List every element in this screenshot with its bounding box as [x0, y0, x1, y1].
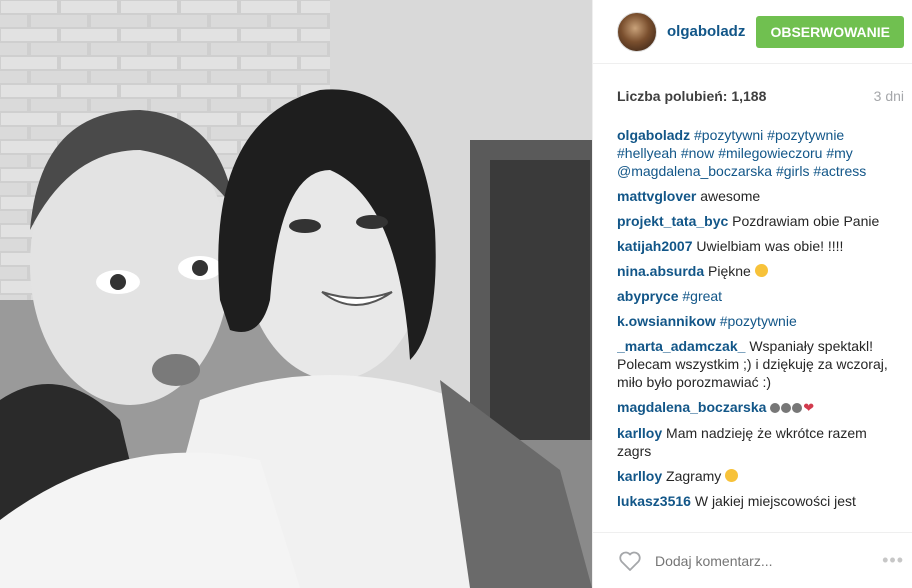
- comment-text: awesome: [700, 188, 761, 204]
- comment-item: _marta_adamczak_ Wspaniały spektakl! Pol…: [617, 337, 902, 391]
- likes-row: Liczba polubień: 1,188 3 dni: [593, 64, 912, 114]
- hashtag-link[interactable]: #pozytywnie: [767, 127, 844, 143]
- comment-text: Pozdrawiam obie Panie: [732, 213, 880, 229]
- comment-item: abypryce #great: [617, 287, 902, 305]
- following-button[interactable]: OBSERWOWANIE: [756, 15, 904, 48]
- caption: olgaboladz #pozytywni #pozytywnie #helly…: [617, 126, 902, 180]
- comment-user[interactable]: _marta_adamczak_: [617, 338, 745, 354]
- surprised-emoji-icon: [725, 469, 739, 482]
- hashtag-link[interactable]: #pozytywnie: [720, 313, 797, 329]
- username-link[interactable]: olgaboladz: [667, 23, 756, 40]
- hashtag-link[interactable]: #hellyeah: [617, 145, 677, 161]
- comment-item: karlloy Zagramy: [617, 467, 902, 485]
- people-emoji-icon: [781, 403, 792, 413]
- comment-item: k.owsiannikow #pozytywnie: [617, 312, 902, 330]
- more-options-icon[interactable]: •••: [882, 550, 904, 571]
- comment-user[interactable]: magdalena_boczarska: [617, 399, 766, 415]
- add-comment-input[interactable]: [655, 552, 883, 569]
- avatar[interactable]: [617, 11, 657, 52]
- post-header: olgaboladz OBSERWOWANIE: [593, 0, 912, 64]
- comment-item: magdalena_boczarska ❤: [617, 398, 902, 417]
- comment-user[interactable]: abypryce: [617, 288, 678, 304]
- comment-text: Piękne: [708, 263, 751, 279]
- comment-item: lukasz3516 W jakiej miejscowości jest: [617, 492, 902, 510]
- hashtag-link[interactable]: #pozytywni: [694, 127, 763, 143]
- comment-text: Zagramy: [666, 468, 722, 484]
- mention-link[interactable]: @magdalena_boczarska: [617, 163, 772, 179]
- comment-text: W jakiej miejscowości jest: [694, 493, 856, 509]
- hashtag-link[interactable]: #milegowieczoru: [718, 145, 822, 161]
- comment-item: katijah2007 Uwielbiam was obie! !!!!: [617, 237, 902, 255]
- likes-count[interactable]: Liczba polubień: 1,188: [617, 88, 766, 104]
- people-emoji-icon: [770, 403, 781, 413]
- heart-emoji-icon: ❤: [803, 400, 815, 415]
- post-sidebar: olgaboladz OBSERWOWANIE Liczba polubień:…: [592, 0, 912, 588]
- comments-list[interactable]: olgaboladz #pozytywni #pozytywnie #helly…: [617, 126, 902, 526]
- comment-item: mattvglover awesome: [617, 187, 902, 205]
- hashtag-link[interactable]: #great: [682, 288, 722, 304]
- comment-item: karlloy Mam nadzieję że wkrótce razem za…: [617, 424, 902, 460]
- post-photo[interactable]: [0, 0, 592, 588]
- comment-user[interactable]: projekt_tata_byc: [617, 213, 728, 229]
- comment-user[interactable]: olgaboladz: [617, 127, 690, 143]
- comment-user[interactable]: nina.absurda: [617, 263, 704, 279]
- like-heart-icon[interactable]: [617, 549, 643, 573]
- comment-item: projekt_tata_byc Pozdrawiam obie Panie: [617, 212, 902, 230]
- comment-user[interactable]: lukasz3516: [617, 493, 691, 509]
- comment-text: Uwielbiam was obie! !!!!: [696, 238, 844, 254]
- post-footer: •••: [593, 532, 912, 588]
- hashtag-link[interactable]: #now: [681, 145, 714, 161]
- comment-user[interactable]: mattvglover: [617, 188, 696, 204]
- hashtag-link[interactable]: #my: [826, 145, 852, 161]
- comment-user[interactable]: karlloy: [617, 425, 662, 441]
- post-photo-image: [0, 0, 592, 588]
- comment-user[interactable]: k.owsiannikow: [617, 313, 716, 329]
- flex-emoji-icon: [792, 403, 803, 413]
- comment-user[interactable]: karlloy: [617, 468, 662, 484]
- smile-emoji-icon: [754, 264, 768, 277]
- post-time[interactable]: 3 dni: [874, 88, 904, 104]
- comment-item: nina.absurda Piękne: [617, 262, 902, 280]
- hashtag-link[interactable]: #actress: [813, 163, 866, 179]
- hashtag-link[interactable]: #girls: [776, 163, 809, 179]
- comment-user[interactable]: katijah2007: [617, 238, 693, 254]
